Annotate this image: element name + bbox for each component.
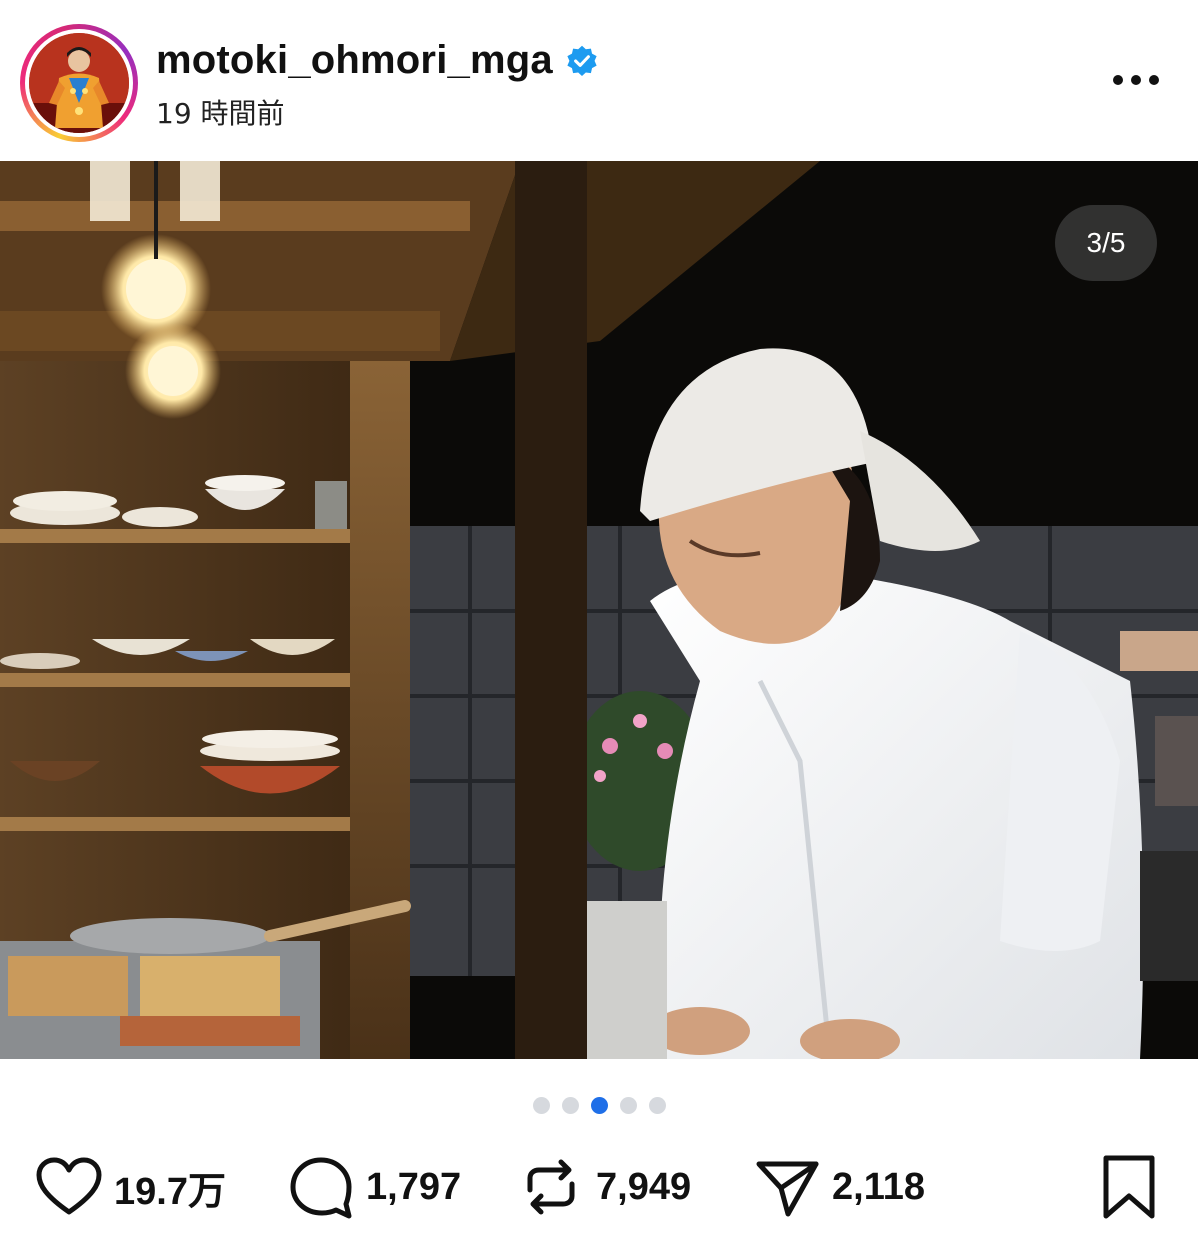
instagram-post: motoki_ohmori_mga 19 時間前 3/5 19.7万 1,797… [0, 0, 1198, 1234]
comment-count: 1,797 [366, 1165, 462, 1208]
share-count: 2,118 [832, 1165, 925, 1208]
carousel-dot[interactable] [561, 1096, 579, 1114]
like-count: 19.7万 [114, 1170, 226, 1213]
carousel-dot[interactable] [532, 1096, 550, 1114]
avatar [29, 33, 129, 133]
more-options-button[interactable] [1104, 60, 1168, 100]
bookmark-icon [1103, 1155, 1155, 1219]
photo-scene [0, 161, 1198, 1059]
verified-badge-icon [567, 45, 597, 76]
save-button[interactable] [1094, 1152, 1164, 1222]
repost-button[interactable]: 7,949 [516, 1152, 691, 1222]
repost-count: 7,949 [596, 1165, 692, 1208]
username[interactable]: motoki_ohmori_mga [156, 38, 553, 83]
send-icon [756, 1161, 819, 1217]
post-header: motoki_ohmori_mga 19 時間前 [0, 0, 1198, 160]
post-image[interactable]: 3/5 [0, 161, 1198, 1059]
comment-button[interactable]: 1,797 [286, 1152, 461, 1222]
avatar-story-ring[interactable] [20, 24, 138, 142]
carousel-counter: 3/5 [1055, 205, 1157, 281]
share-button[interactable]: 2,118 [752, 1152, 925, 1222]
action-bar: 19.7万 1,797 7,949 2,118 [0, 1146, 1198, 1226]
heart-icon [36, 1157, 102, 1215]
more-horizontal-icon [1113, 75, 1123, 85]
carousel-dot[interactable] [619, 1096, 637, 1114]
repost-icon [527, 1159, 575, 1215]
like-button[interactable]: 19.7万 [34, 1152, 226, 1222]
carousel-dot-active[interactable] [590, 1096, 608, 1114]
comment-icon [290, 1157, 352, 1219]
post-timestamp: 19 時間前 [156, 97, 285, 130]
carousel-dot[interactable] [648, 1096, 666, 1114]
carousel-indicator [0, 1094, 1198, 1116]
